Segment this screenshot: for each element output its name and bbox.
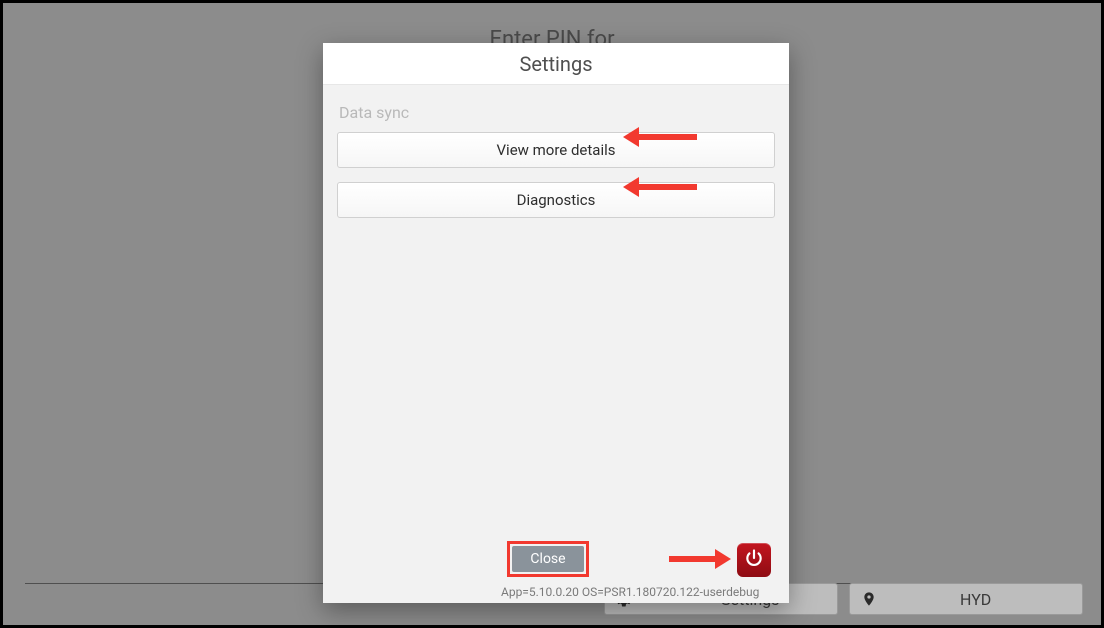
dialog-title: Settings — [323, 43, 789, 85]
annotation-highlight-close: Close — [507, 541, 589, 577]
view-more-details-label: View more details — [497, 141, 616, 159]
close-button[interactable]: Close — [512, 546, 584, 572]
diagnostics-label: Diagnostics — [517, 191, 596, 209]
data-sync-section-label: Data sync — [339, 103, 773, 122]
power-button[interactable] — [737, 543, 771, 577]
close-button-label: Close — [530, 551, 565, 567]
dialog-footer: Close App=5.10.0.20 OS=PSR1.180720.122-u… — [323, 587, 789, 603]
diagnostics-button[interactable]: Diagnostics — [337, 182, 775, 218]
location-button[interactable]: HYD — [849, 583, 1083, 615]
annotation-arrow-power — [669, 549, 731, 569]
settings-dialog: Settings Data sync View more details Dia… — [323, 43, 789, 603]
location-pin-icon — [860, 590, 878, 608]
view-more-details-button[interactable]: View more details — [337, 132, 775, 168]
location-button-label: HYD — [960, 590, 991, 609]
app-frame: Enter PIN for Settings HYD Settings Data… — [0, 0, 1104, 628]
power-icon — [744, 548, 764, 572]
dialog-body: Data sync View more details Diagnostics … — [323, 85, 789, 603]
version-text: App=5.10.0.20 OS=PSR1.180720.122-userdeb… — [501, 585, 759, 599]
